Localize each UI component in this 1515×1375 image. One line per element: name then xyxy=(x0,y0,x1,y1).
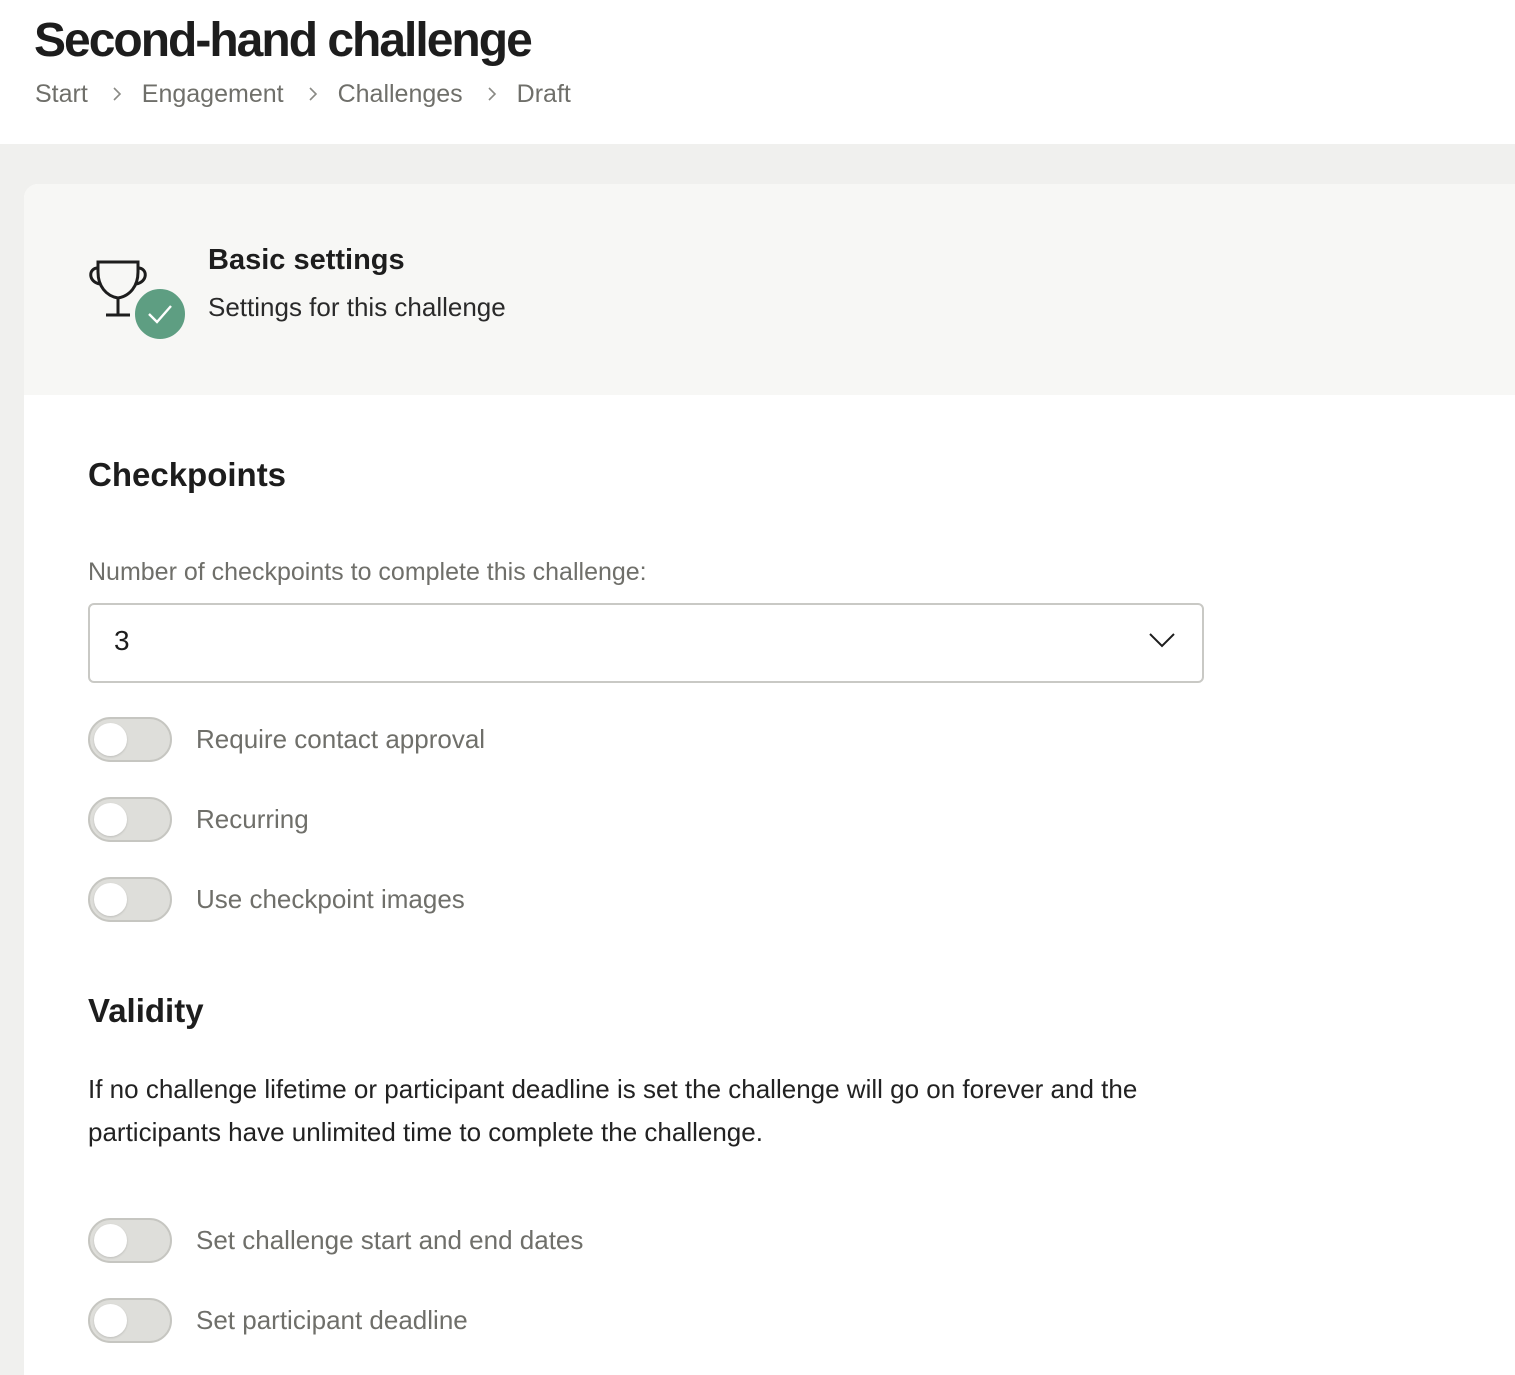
contact-approval-label: Require contact approval xyxy=(196,723,486,754)
check-icon xyxy=(132,286,188,342)
toggle-knob xyxy=(94,1223,127,1257)
toggle-row-checkpoint-images: Use checkpoint images xyxy=(88,874,465,924)
toggle-row-contact-approval: Require contact approval xyxy=(88,714,485,764)
checkpoints-count-value: 3 xyxy=(114,625,130,656)
checkpoints-heading: Checkpoints xyxy=(88,456,287,493)
section-subtitle: Settings for this challenge xyxy=(208,292,506,322)
breadcrumb: Start Engagement Challenges Draft xyxy=(35,78,571,110)
page-title: Second-hand challenge xyxy=(34,14,533,67)
settings-card: Basic settings Settings for this challen… xyxy=(24,184,1515,1375)
toggle-knob xyxy=(94,882,127,916)
chevron-right-icon xyxy=(485,87,499,101)
breadcrumb-start[interactable]: Start xyxy=(35,80,88,109)
participant-deadline-label: Set participant deadline xyxy=(196,1304,468,1335)
toggle-knob xyxy=(94,802,127,836)
section-status xyxy=(86,258,188,342)
toggle-row-participant-deadline: Set participant deadline xyxy=(88,1295,468,1345)
page-header: Second-hand challenge Start Engagement C… xyxy=(0,0,1515,144)
validity-description: If no challenge lifetime or participant … xyxy=(88,1074,1138,1147)
recurring-toggle[interactable] xyxy=(88,796,172,842)
breadcrumb-draft: Draft xyxy=(516,79,571,108)
checkpoints-count-select[interactable]: 3 xyxy=(88,603,1204,683)
checkpoint-images-label: Use checkpoint images xyxy=(196,883,465,914)
start-end-dates-label: Set challenge start and end dates xyxy=(196,1224,584,1255)
chevron-right-icon xyxy=(306,87,320,101)
contact-approval-toggle[interactable] xyxy=(88,716,172,762)
breadcrumb-engagement[interactable]: Engagement xyxy=(142,80,284,109)
toggle-row-recurring: Recurring xyxy=(88,794,309,844)
checkpoint-images-toggle[interactable] xyxy=(88,876,172,922)
section-header[interactable]: Basic settings Settings for this challen… xyxy=(24,184,1515,395)
breadcrumb-challenges[interactable]: Challenges xyxy=(338,80,463,109)
recurring-label: Recurring xyxy=(196,803,309,834)
start-end-dates-toggle[interactable] xyxy=(88,1217,172,1263)
chevron-right-icon xyxy=(110,87,124,101)
chevron-down-icon xyxy=(1149,633,1175,648)
toggle-knob xyxy=(94,1303,127,1337)
validity-heading: Validity xyxy=(88,992,204,1029)
toggle-row-start-end-dates: Set challenge start and end dates xyxy=(88,1215,583,1265)
toggle-knob xyxy=(94,722,127,756)
section-title: Basic settings xyxy=(208,244,405,276)
checkpoints-count-label: Number of checkpoints to complete this c… xyxy=(88,558,647,586)
participant-deadline-toggle[interactable] xyxy=(88,1297,172,1343)
